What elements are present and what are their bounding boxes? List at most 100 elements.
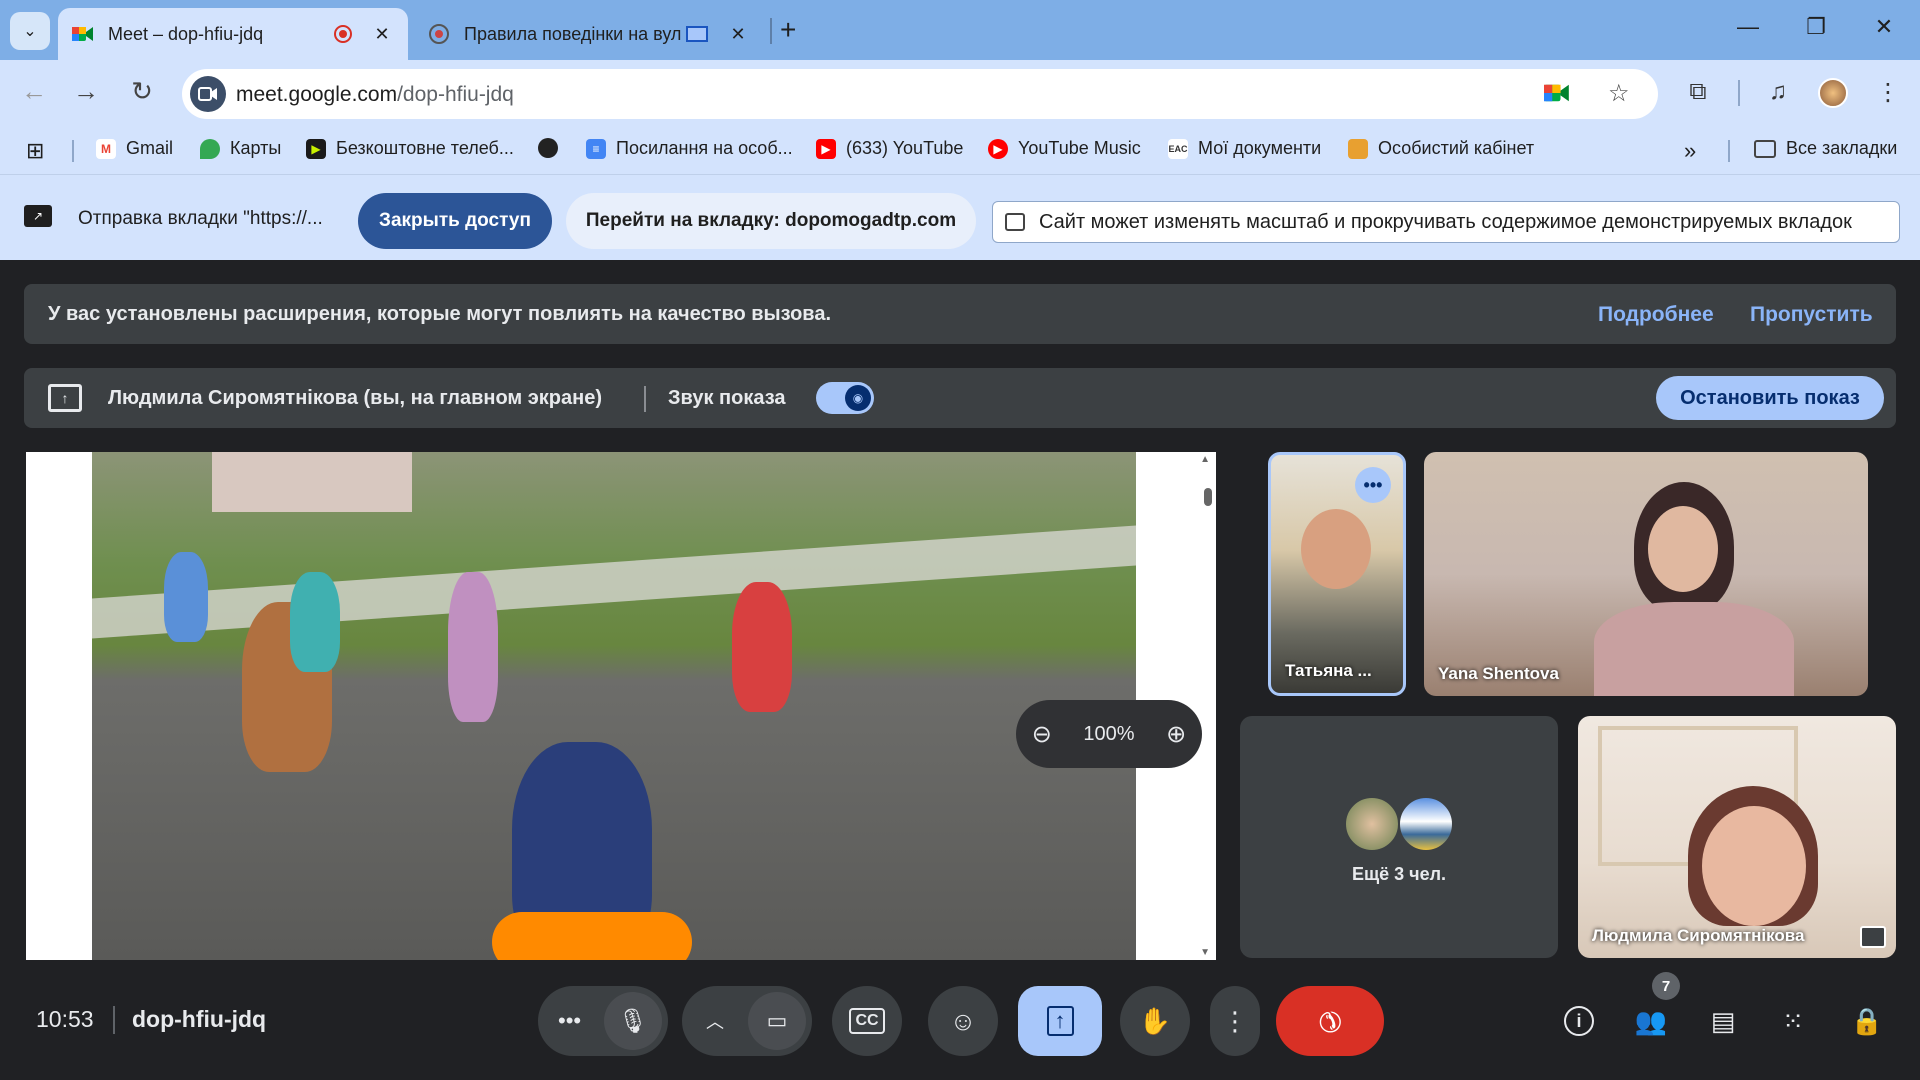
host-controls-button[interactable]: 🔒 xyxy=(1846,1000,1888,1042)
participant-face xyxy=(1301,509,1371,589)
chevron-down-icon: ⌄ xyxy=(23,23,37,40)
chat-icon: ▤ xyxy=(1710,1005,1736,1036)
audio-settings-icon[interactable]: ••• xyxy=(558,1008,581,1034)
documents-icon: EAC xyxy=(1168,138,1188,159)
bookmark-tv[interactable]: ▶ Безкоштовне телеб... xyxy=(306,138,514,159)
participant-tile[interactable]: Yana Shentova xyxy=(1424,452,1868,696)
bookmark-youtube-music[interactable]: ▶ YouTube Music xyxy=(988,138,1141,159)
forward-button[interactable]: → xyxy=(68,76,104,107)
restore-button[interactable]: ❐ xyxy=(1796,14,1836,40)
all-bookmarks[interactable]: Все закладки xyxy=(1754,138,1897,159)
bookmark-label: Gmail xyxy=(126,138,174,158)
stop-presenting-button[interactable]: Остановить показ xyxy=(1656,376,1884,420)
bookmark-label: Особистий кабінет xyxy=(1378,138,1535,158)
raise-hand-button[interactable]: ✋ xyxy=(1120,986,1190,1056)
url-host: meet.google.com xyxy=(236,83,398,106)
reload-button[interactable]: ↻ xyxy=(124,76,160,107)
meeting-info-button[interactable]: i xyxy=(1558,1000,1600,1042)
leave-call-button[interactable]: ✆ xyxy=(1276,986,1384,1056)
bookmark-label: Мої документи xyxy=(1198,138,1322,158)
menu-kebab-icon[interactable]: ⋮ xyxy=(1870,78,1906,107)
scroll-down-icon[interactable]: ▼ xyxy=(1200,947,1210,958)
activities-button[interactable]: ⁙ xyxy=(1772,1000,1814,1042)
media-controls-icon[interactable]: ♫ xyxy=(1760,78,1796,106)
url-text: meet.google.com/dop-hfiu-jdq xyxy=(236,83,514,107)
bookmark-maps[interactable]: Карты xyxy=(200,138,281,159)
zoom-controls: ⊖ 100% ⊕ xyxy=(1016,700,1202,768)
kebab-icon: ⋮ xyxy=(1222,1005,1248,1036)
hang-up-icon: ✆ xyxy=(1310,1001,1350,1041)
zoom-out-icon[interactable]: ⊖ xyxy=(1032,720,1052,749)
tab-meet[interactable]: Meet – dop-hfiu-jdq ✕ xyxy=(58,8,408,60)
globe-icon xyxy=(538,138,558,158)
tab-rules[interactable]: Правила поведінки на вул ✕ xyxy=(414,8,764,60)
avatar xyxy=(1398,796,1454,852)
others-count-label: Ещё 3 чел. xyxy=(1351,864,1447,884)
people-count-badge: 7 xyxy=(1652,972,1680,1000)
google-meet-icon[interactable] xyxy=(1544,82,1570,109)
new-tab-button[interactable]: + xyxy=(780,14,796,46)
ride-on-toy xyxy=(492,912,692,960)
close-icon[interactable]: ✕ xyxy=(726,24,750,45)
learn-more-link[interactable]: Подробнее xyxy=(1598,303,1714,327)
site-control-note[interactable]: Сайт может изменять масштаб и прокручива… xyxy=(992,201,1900,243)
scrollbar[interactable] xyxy=(1204,488,1212,506)
skip-link[interactable]: Пропустить xyxy=(1750,303,1873,327)
tab-search-button[interactable]: ⌄ xyxy=(10,12,50,50)
close-window-button[interactable]: ✕ xyxy=(1864,14,1904,40)
present-button[interactable]: ↑ xyxy=(1018,986,1102,1056)
go-to-tab-button[interactable]: Перейти на вкладку: dopomogadtp.com xyxy=(566,193,976,249)
bookmark-documents[interactable]: EAC Мої документи xyxy=(1168,138,1321,159)
captions-button[interactable]: CC xyxy=(832,986,902,1056)
more-options-button[interactable]: ⋮ xyxy=(1210,986,1260,1056)
people-button[interactable]: 👥 xyxy=(1630,1000,1672,1042)
share-audio-toggle[interactable]: ◉ xyxy=(816,382,874,414)
present-screen-icon: ↑ xyxy=(48,384,82,412)
close-icon[interactable]: ✕ xyxy=(370,24,394,45)
extensions-warning-banner: У вас установлены расширения, которые мо… xyxy=(24,284,1896,344)
bookmark-docs[interactable]: ≡ Посилання на особ... xyxy=(586,138,793,159)
zoom-level: 100% xyxy=(1083,722,1135,745)
bookmarks-bar: ⊞ M Gmail Карты ▶ Безкоштовне телеб... ≡… xyxy=(0,126,1920,174)
avatar xyxy=(1344,796,1400,852)
bookmark-label: Посилання на особ... xyxy=(616,138,793,158)
participant-tile[interactable]: ••• Татьяна ... xyxy=(1268,452,1406,696)
bookmark-label: (633) YouTube xyxy=(846,138,964,158)
apps-grid-icon[interactable]: ⊞ xyxy=(26,138,44,164)
time-divider xyxy=(113,1006,115,1034)
site-favicon-icon xyxy=(429,24,449,44)
camera-control-group: ︿ ▭ xyxy=(682,986,812,1056)
emoji-icon: ☺ xyxy=(949,1005,977,1036)
video-settings-icon[interactable]: ︿ xyxy=(706,1008,724,1034)
tab-sharing-bar: ↗ Отправка вкладки "https://... Закрыть … xyxy=(0,174,1920,260)
participant-tile[interactable]: Людмила Сиромятнікова xyxy=(1578,716,1896,958)
profile-avatar[interactable] xyxy=(1818,78,1848,108)
minimize-button[interactable]: — xyxy=(1728,14,1768,40)
site-info-icon[interactable] xyxy=(190,76,226,112)
bookmark-youtube[interactable]: ▶ (633) YouTube xyxy=(816,138,963,159)
zoom-in-icon[interactable]: ⊕ xyxy=(1166,720,1186,749)
scroll-up-icon[interactable]: ▲ xyxy=(1200,454,1210,465)
more-options-icon[interactable]: ••• xyxy=(1355,467,1391,503)
chat-button[interactable]: ▤ xyxy=(1702,1000,1744,1042)
stop-access-button[interactable]: Закрыть доступ xyxy=(358,193,552,249)
share-audio-label: Звук показа xyxy=(668,387,786,409)
site-control-label: Сайт может изменять масштаб и прокручива… xyxy=(1039,210,1852,233)
back-button[interactable]: ← xyxy=(16,76,52,107)
address-bar[interactable]: meet.google.com/dop-hfiu-jdq ☆ xyxy=(182,69,1658,119)
bookmark-star-icon[interactable]: ☆ xyxy=(1608,79,1630,108)
more-bookmarks-icon[interactable]: » xyxy=(1684,138,1696,164)
camera-icon[interactable]: ▭ xyxy=(748,992,806,1050)
picture-in-picture-icon[interactable] xyxy=(1860,926,1886,948)
bookmark-globe[interactable] xyxy=(538,138,568,158)
participant-name: Татьяна ... xyxy=(1285,661,1372,680)
all-bookmarks-label: Все закладки xyxy=(1786,138,1898,158)
microphone-icon[interactable]: 🎙 xyxy=(604,992,662,1050)
bookmark-cabinet[interactable]: Особистий кабінет xyxy=(1348,138,1534,159)
bookmark-gmail[interactable]: M Gmail xyxy=(96,138,173,159)
extensions-icon[interactable]: ⧉ xyxy=(1680,78,1716,106)
bookmark-divider xyxy=(1728,140,1730,162)
reactions-button[interactable]: ☺ xyxy=(928,986,998,1056)
others-tile[interactable]: Ещё 3 чел. xyxy=(1240,716,1558,958)
sharing-status-text: Отправка вкладки "https://... xyxy=(78,208,323,229)
